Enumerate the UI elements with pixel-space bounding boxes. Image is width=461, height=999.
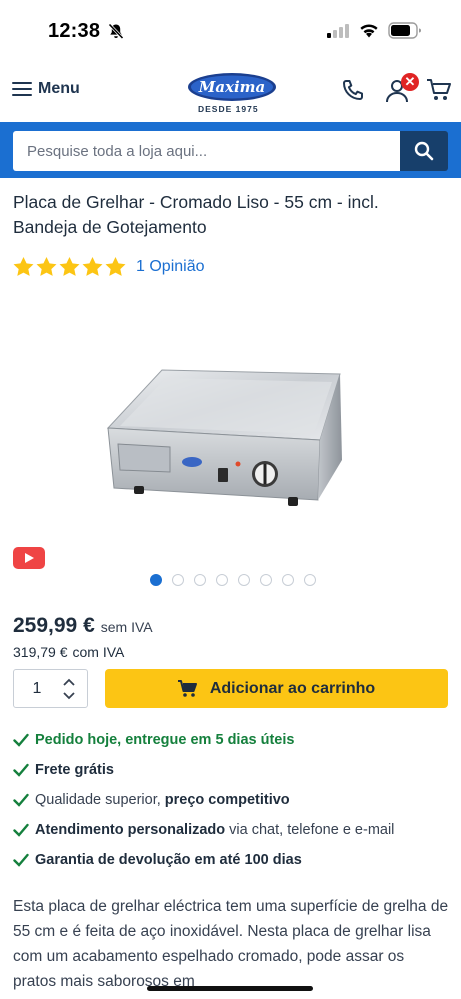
product-description: Esta placa de grelhar eléctrica tem uma … xyxy=(13,898,449,990)
wifi-icon xyxy=(360,24,378,38)
battery-icon xyxy=(388,22,421,39)
account-alert-badge: ✕ xyxy=(401,73,419,91)
star-icon xyxy=(105,257,126,276)
quantity-stepper[interactable]: 1 xyxy=(13,669,88,708)
cart-icon[interactable] xyxy=(426,78,452,102)
feature-return: Garantia de devolução em até 100 dias xyxy=(13,845,453,875)
gallery-dot[interactable] xyxy=(216,574,228,586)
hamburger-icon xyxy=(12,82,32,96)
feature-free-shipping: Frete grátis xyxy=(13,755,453,785)
price-incl-vat: 319,79 € com IVA xyxy=(13,644,124,660)
search-bar xyxy=(0,122,461,178)
feature-support: Atendimento personalizado via chat, tele… xyxy=(13,815,453,845)
feature-text-bold: preço competitivo xyxy=(164,792,290,808)
feature-delivery: Pedido hoje, entregue em 5 dias úteis xyxy=(13,725,453,755)
gallery-dot[interactable] xyxy=(172,574,184,586)
menu-label: Menu xyxy=(38,80,80,97)
star-icon xyxy=(13,257,34,276)
star-icon xyxy=(59,257,80,276)
gallery-dot[interactable] xyxy=(260,574,272,586)
gallery-dot[interactable] xyxy=(282,574,294,586)
check-icon xyxy=(13,763,29,777)
search-input[interactable] xyxy=(13,131,400,171)
product-title: Placa de Grelhar - Cromado Liso - 55 cm … xyxy=(13,192,379,237)
status-time: 12:38 xyxy=(48,20,101,42)
check-icon xyxy=(13,793,29,807)
svg-text:Maxima: Maxima xyxy=(198,78,266,96)
feature-text: Qualidade superior, xyxy=(35,792,161,808)
reviews-link[interactable]: 1 Opinião xyxy=(136,258,205,276)
star-icon xyxy=(82,257,103,276)
video-button[interactable] xyxy=(13,547,45,569)
play-icon xyxy=(25,553,34,563)
menu-button[interactable]: Menu xyxy=(12,80,80,98)
gallery-dot[interactable] xyxy=(194,574,206,586)
stepper-arrows-icon[interactable] xyxy=(62,676,76,702)
add-to-cart-button[interactable]: Adicionar ao carrinho xyxy=(105,669,448,708)
feature-text-bold: Atendimento personalizado xyxy=(35,822,226,838)
search-button[interactable] xyxy=(400,131,448,171)
gallery-dot[interactable] xyxy=(238,574,250,586)
cellular-signal-icon xyxy=(327,24,349,38)
logo-tagline: DESDE 1975 xyxy=(198,104,259,114)
price-label: sem IVA xyxy=(100,619,153,635)
gallery-pagination xyxy=(150,574,316,586)
search-icon xyxy=(414,141,434,161)
bell-off-icon xyxy=(108,23,124,40)
price-vat-label: com IVA xyxy=(72,644,125,660)
add-to-cart-label: Adicionar ao carrinho xyxy=(209,679,376,697)
price-vat-value: 319,79 € xyxy=(13,644,68,660)
phone-icon[interactable] xyxy=(341,78,365,102)
check-icon xyxy=(13,733,29,747)
price-value: 259,99 € xyxy=(13,614,95,637)
cart-icon xyxy=(177,679,197,697)
home-indicator[interactable] xyxy=(147,986,313,991)
gallery-dot[interactable] xyxy=(304,574,316,586)
feature-text: Pedido hoje, entregue em 5 dias úteis xyxy=(35,732,295,748)
quantity-value[interactable]: 1 xyxy=(14,680,60,698)
rating-stars xyxy=(13,257,126,277)
check-icon xyxy=(13,853,29,867)
feature-text: Frete grátis xyxy=(35,762,114,778)
feature-text: Garantia de devolução em até 100 dias xyxy=(35,852,302,868)
product-rating: 1 Opinião xyxy=(13,257,205,277)
check-icon xyxy=(13,823,29,837)
star-icon xyxy=(36,257,57,276)
site-header: Menu Maxima DESDE 1975 xyxy=(0,62,461,122)
status-bar: 12:38 xyxy=(0,0,461,62)
gallery-dot[interactable] xyxy=(150,574,162,586)
price-excl-vat: 259,99 € sem IVA xyxy=(13,614,153,638)
feature-text: via chat, telefone e e-mail xyxy=(229,822,395,838)
feature-quality: Qualidade superior, preço competitivo xyxy=(13,785,453,815)
feature-list: Pedido hoje, entregue em 5 dias úteis Fr… xyxy=(13,725,453,875)
product-image[interactable] xyxy=(100,360,350,520)
